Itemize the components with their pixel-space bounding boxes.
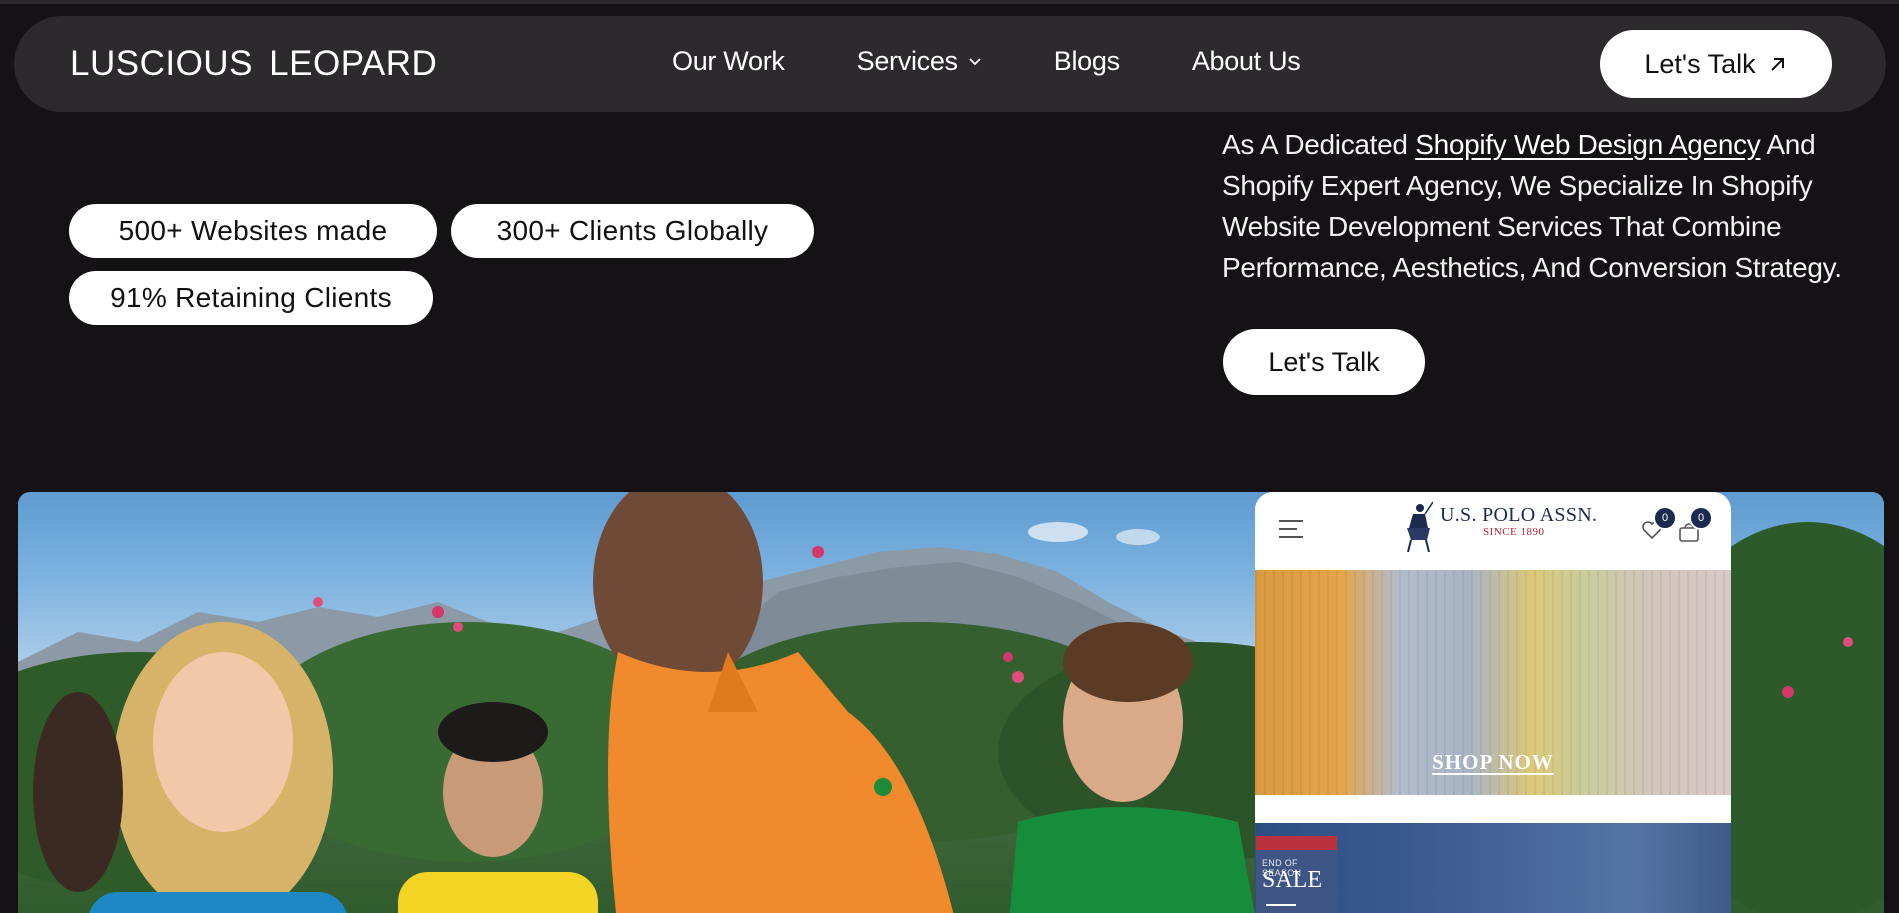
nav-link-our-work[interactable]: Our Work — [672, 46, 785, 77]
nav-link-label: About Us — [1191, 46, 1301, 76]
shop-now-link[interactable]: SHOP NOW — [1255, 750, 1731, 775]
sale-title: SALE — [1262, 867, 1322, 893]
shopify-agency-link[interactable]: Shopify Web Design Agency — [1415, 129, 1761, 160]
mockup-divider — [1255, 795, 1731, 823]
top-strip — [0, 0, 1899, 4]
nav-links: Our Work Services Blogs About Us — [672, 46, 1372, 77]
nav-link-about-us[interactable]: About Us — [1192, 46, 1301, 77]
mockup-header: U.S. POLO ASSN. SINCE 1890 0 0 — [1255, 492, 1731, 570]
stat-pill-clients: 300+ Clients Globally — [451, 204, 814, 258]
brand-since: SINCE 1890 — [1483, 526, 1545, 538]
nav-link-services[interactable]: Services — [857, 46, 982, 77]
sale-red-strip — [1256, 836, 1337, 850]
cart-count-badge: 0 — [1689, 506, 1713, 530]
lets-talk-label: Let's Talk — [1644, 48, 1756, 79]
nav-link-label: Services — [856, 46, 958, 76]
nav-link-label: Our Work — [672, 46, 785, 76]
arrow-up-right-icon — [1770, 58, 1784, 71]
hamburger-menu-icon — [1279, 520, 1303, 544]
intro-paragraph: As A Dedicated Shopify Web Design Agency… — [1222, 124, 1862, 288]
chevron-down-icon — [969, 57, 981, 65]
stat-pill-retaining: 91% Retaining Clients — [69, 271, 433, 325]
sale-banner: END OF SEASON SALE — [1256, 836, 1337, 913]
site-logo[interactable]: LUSCIOUS LEOPARD — [70, 44, 437, 84]
lets-talk-nav-button[interactable]: Let's Talk — [1600, 30, 1832, 98]
polo-player-logo-icon — [1407, 501, 1433, 552]
lets-talk-button[interactable]: Let's Talk — [1223, 329, 1425, 395]
nav-link-label: Blogs — [1053, 46, 1120, 76]
wishlist-count-badge: 0 — [1653, 506, 1677, 530]
navbar: LUSCIOUS LEOPARD Our Work Services Blogs… — [14, 16, 1886, 112]
nav-link-blogs[interactable]: Blogs — [1054, 46, 1120, 77]
intro-prefix: As A Dedicated — [1222, 129, 1416, 160]
stat-pill-websites: 500+ Websites made — [69, 204, 437, 258]
sale-underline — [1266, 904, 1296, 906]
page: LUSCIOUS LEOPARD Our Work Services Blogs… — [0, 0, 1899, 913]
brand-name: U.S. POLO ASSN. — [1440, 504, 1598, 526]
